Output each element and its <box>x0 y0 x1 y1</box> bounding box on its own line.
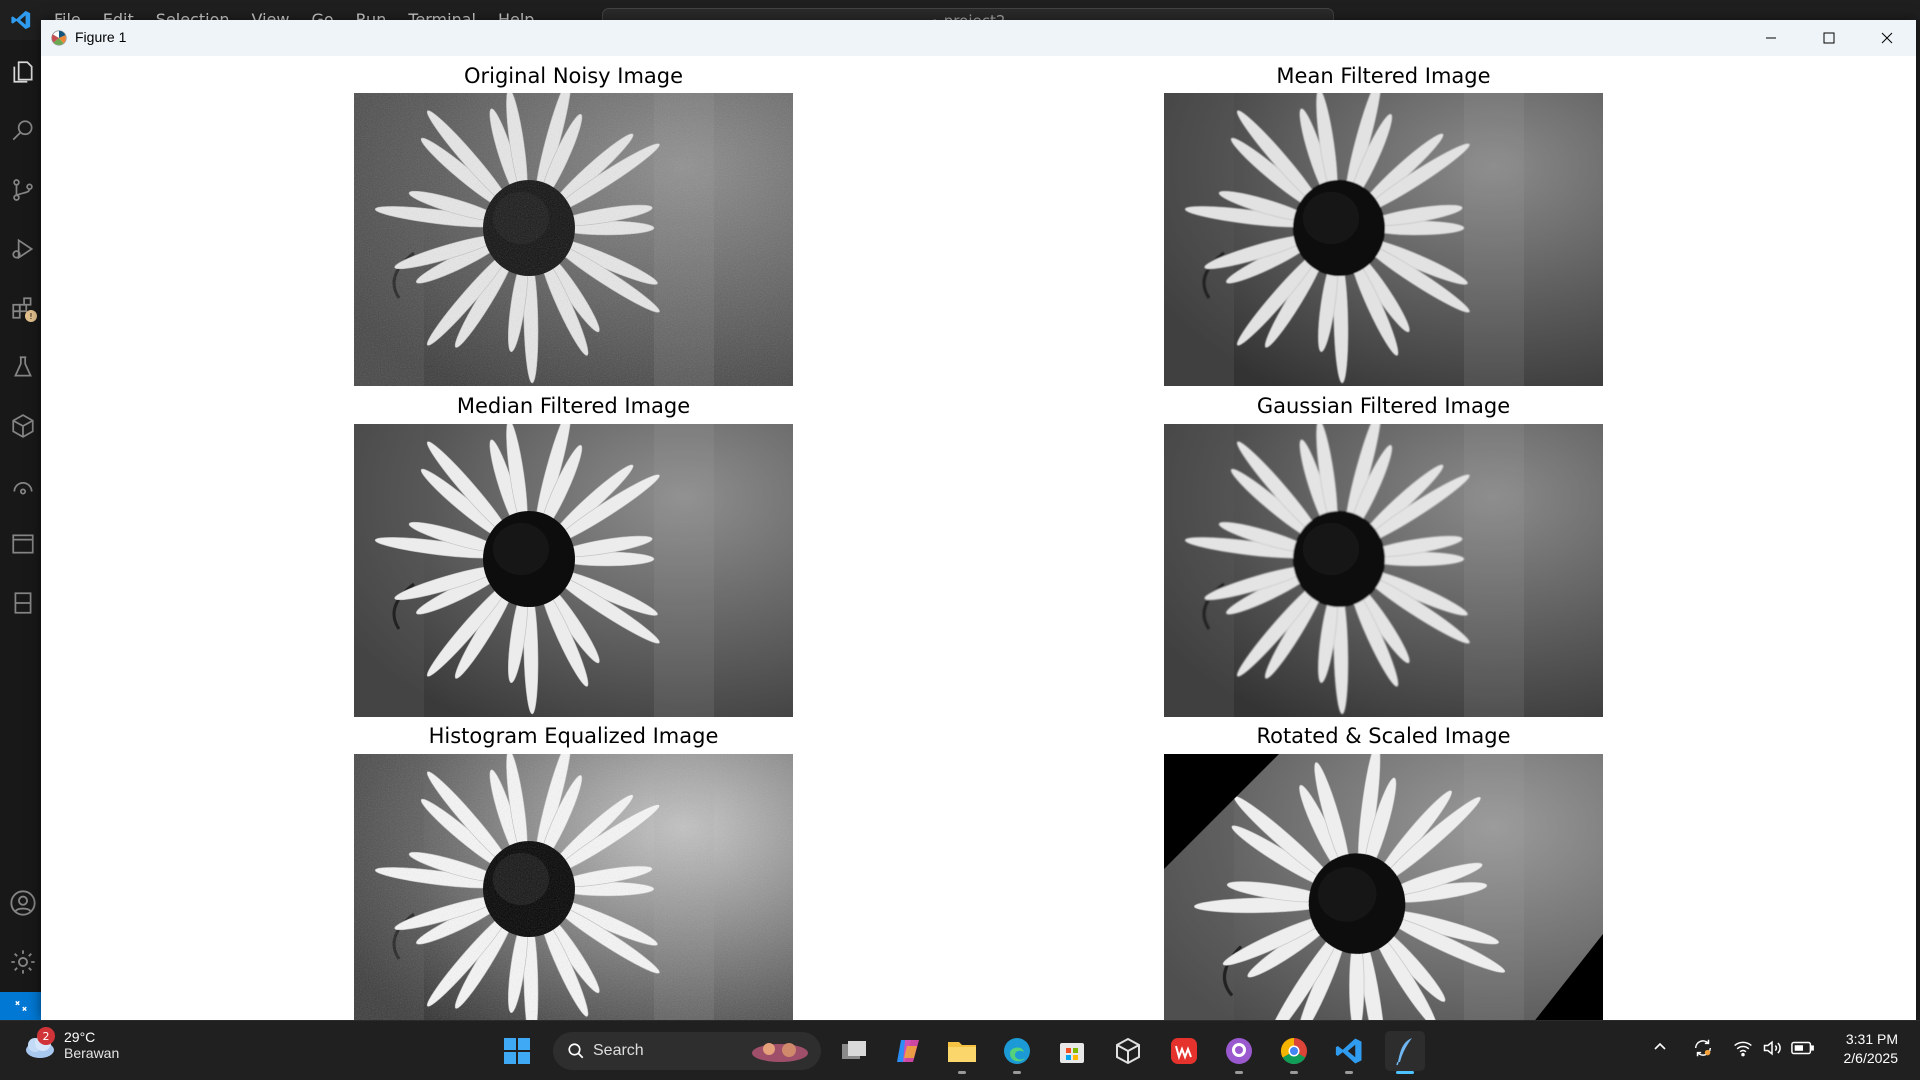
vscode-logo-icon <box>11 10 31 30</box>
clock-time: 3:31 PM <box>1845 1031 1898 1047</box>
taskbar-search[interactable]: Search <box>553 1032 821 1070</box>
chrome-button[interactable] <box>1274 1031 1314 1074</box>
flower-picture <box>354 424 793 717</box>
running-indicator <box>1345 1071 1353 1074</box>
copilot-button[interactable] <box>888 1031 928 1071</box>
subplot-rotated: Rotated & Scaled Image <box>1164 716 1603 1020</box>
running-indicator <box>1290 1071 1298 1074</box>
store-icon <box>1060 1043 1084 1063</box>
matplotlib-icon <box>51 30 67 46</box>
search-placeholder: Search <box>593 1042 644 1059</box>
containers-icon[interactable] <box>9 412 37 440</box>
edge-button[interactable] <box>997 1031 1037 1074</box>
chrome-icon <box>1280 1037 1307 1065</box>
start-button[interactable] <box>497 1031 537 1071</box>
search-highlight-icon <box>752 1043 808 1062</box>
panel-icon[interactable] <box>9 530 37 558</box>
explorer-icon[interactable] <box>9 58 37 86</box>
github-icon <box>1226 1038 1252 1064</box>
running-indicator <box>1013 1071 1021 1074</box>
running-indicator <box>1235 1071 1243 1074</box>
taskbar: 2 29°C Berawan Search 3:31 PM 2/6/2025 <box>0 1020 1920 1080</box>
flower-image-gaussian <box>1164 424 1603 717</box>
testing-icon[interactable] <box>9 353 37 381</box>
subplot-gaussian: Gaussian Filtered Image <box>1164 386 1603 717</box>
figure-canvas[interactable]: Original Noisy Image Mean Filtered Image… <box>41 56 1916 1020</box>
notebook-icon[interactable] <box>9 589 37 617</box>
subplot-title: Gaussian Filtered Image <box>1256 394 1511 418</box>
close-button[interactable] <box>1858 20 1916 56</box>
store-button[interactable] <box>1052 1031 1092 1071</box>
windows-logo-icon <box>504 1038 530 1064</box>
subplot-title: Original Noisy Image <box>463 64 684 88</box>
subplot-mean: Mean Filtered Image <box>1164 56 1603 386</box>
wps-button[interactable] <box>1164 1031 1204 1071</box>
flower-picture <box>1164 424 1603 717</box>
remote-explorer-icon[interactable] <box>9 471 37 499</box>
edge-icon <box>1004 1038 1030 1064</box>
run-debug-icon[interactable] <box>9 235 37 263</box>
subplot-original: Original Noisy Image <box>354 56 793 386</box>
wps-icon <box>1171 1038 1197 1064</box>
show-hidden-icons-chevron-up-icon[interactable] <box>1652 1039 1668 1059</box>
vscode-icon <box>1335 1038 1362 1064</box>
flower-image-noisy <box>354 93 793 386</box>
flower-image-histeq <box>354 754 793 1020</box>
figure-window: Figure 1 Original Noisy Image Mean Filte… <box>41 20 1916 1020</box>
subplot-median: Median Filtered Image <box>354 386 793 717</box>
vscode-button[interactable] <box>1329 1031 1369 1074</box>
running-indicator <box>958 1071 966 1074</box>
minimize-button[interactable] <box>1742 20 1800 56</box>
weather-temperature: 29°C <box>64 1029 96 1045</box>
sync-icon[interactable] <box>1692 1037 1714 1063</box>
settings-gear-icon[interactable] <box>9 948 37 976</box>
system-clock[interactable]: 3:31 PM 2/6/2025 <box>1844 1030 1899 1068</box>
subplot-title: Mean Filtered Image <box>1276 64 1491 88</box>
copilot-icon <box>897 1040 919 1062</box>
flower-image-mean <box>1164 93 1603 386</box>
flower-picture <box>354 754 793 1020</box>
github-desktop-button[interactable] <box>1219 1031 1259 1074</box>
subplot-histeq: Histogram Equalized Image <box>354 716 793 1020</box>
source-control-icon[interactable] <box>9 176 37 204</box>
flower-picture <box>1164 754 1603 1020</box>
subplot-title: Rotated & Scaled Image <box>1256 724 1511 748</box>
accounts-icon[interactable] <box>9 889 37 917</box>
cube-icon <box>1116 1037 1140 1065</box>
activity-bar: ! <box>0 40 41 1020</box>
extensions-icon[interactable]: ! <box>9 294 37 322</box>
wifi-icon[interactable] <box>1733 1039 1753 1061</box>
maximize-button[interactable] <box>1800 20 1858 56</box>
task-view-button[interactable] <box>834 1031 874 1071</box>
search-view-icon[interactable] <box>9 117 37 145</box>
file-explorer-button[interactable] <box>942 1031 982 1074</box>
maximize-icon <box>1823 32 1835 44</box>
dev-tool-button[interactable] <box>1108 1031 1148 1071</box>
subplot-title: Histogram Equalized Image <box>428 724 719 748</box>
flower-image-rotated <box>1164 754 1603 1020</box>
battery-icon[interactable] <box>1791 1039 1815 1061</box>
clock-date: 2/6/2025 <box>1843 1050 1899 1066</box>
folder-icon <box>948 1042 976 1062</box>
volume-icon[interactable] <box>1762 1039 1782 1061</box>
python-figure-button[interactable] <box>1385 1031 1425 1074</box>
search-icon <box>568 1043 584 1059</box>
task-view-icon <box>842 1041 866 1059</box>
subplot-title: Median Filtered Image <box>456 394 691 418</box>
flower-picture <box>1164 93 1603 386</box>
weather-description: Berawan <box>64 1045 120 1061</box>
close-icon <box>1881 32 1893 44</box>
weather-badge: 2 <box>37 1027 55 1045</box>
figure-title: Figure 1 <box>75 29 127 45</box>
flower-image-median <box>354 424 793 717</box>
feather-pen-icon <box>1396 1038 1412 1066</box>
active-indicator <box>1396 1071 1414 1074</box>
figure-titlebar: Figure 1 <box>41 20 1916 56</box>
remote-indicator-icon[interactable] <box>0 992 41 1020</box>
minimize-icon <box>1766 37 1776 39</box>
flower-picture <box>354 93 793 386</box>
weather-widget[interactable]: 2 29°C Berawan <box>22 1027 120 1061</box>
extensions-warning-badge: ! <box>25 310 37 322</box>
